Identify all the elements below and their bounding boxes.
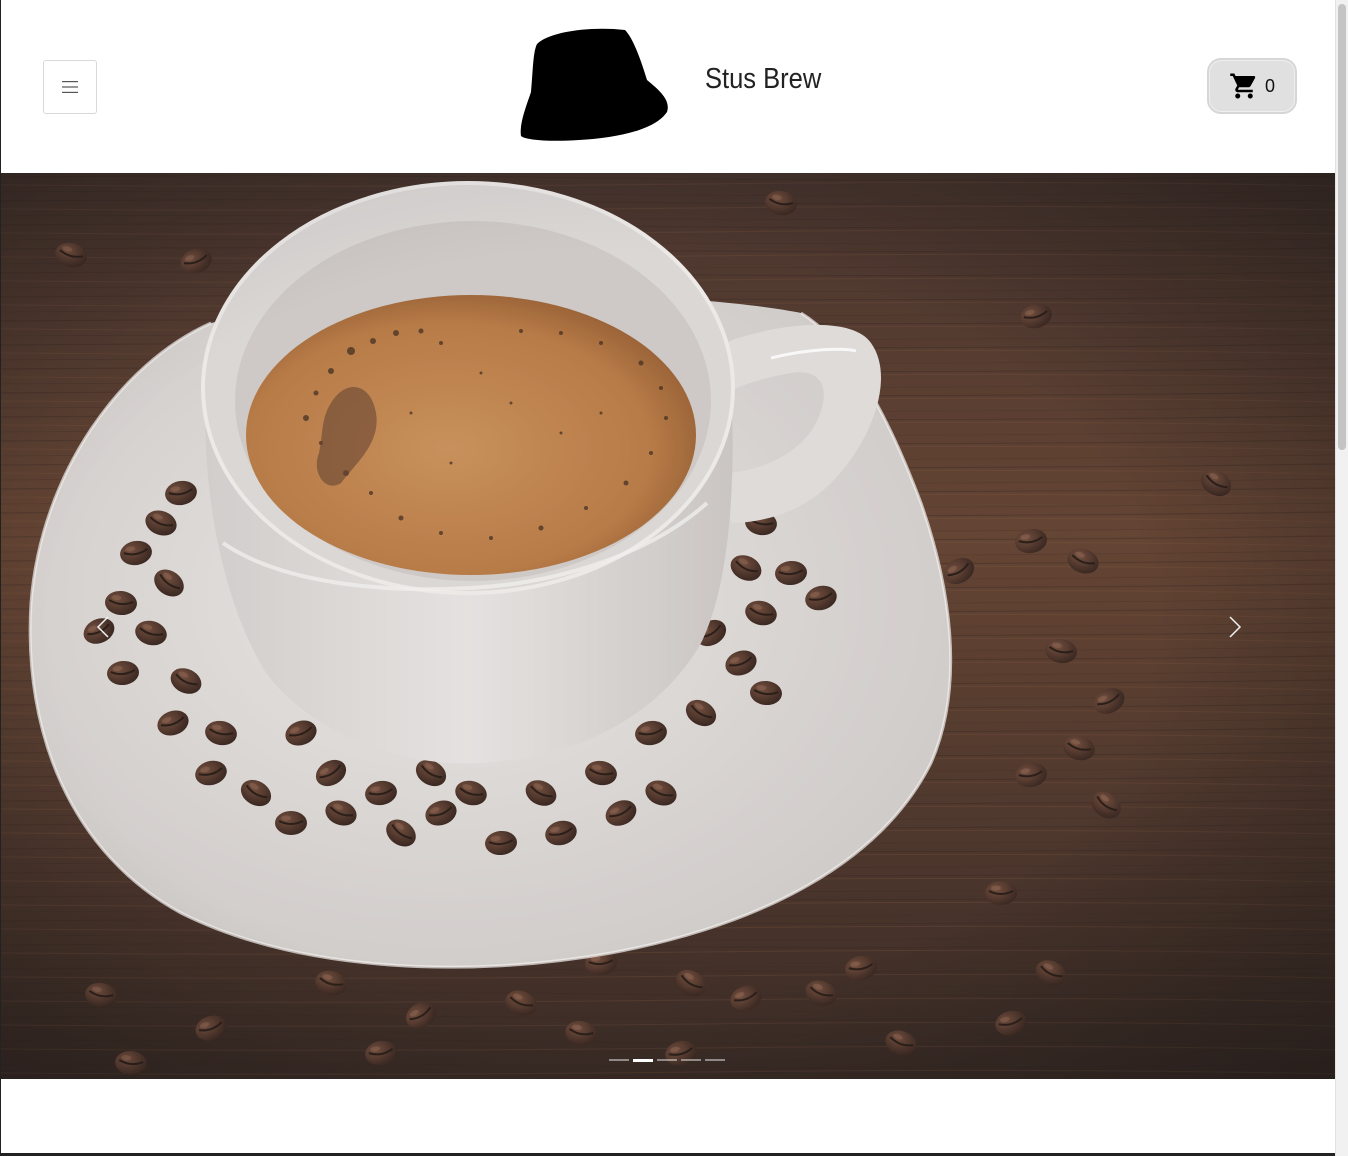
chevron-left-icon <box>96 616 109 638</box>
cart-count: 0 <box>1264 75 1275 96</box>
carousel-indicator-4[interactable] <box>681 1059 701 1061</box>
carousel-indicators <box>609 1058 725 1062</box>
cart-button[interactable]: 0 <box>1207 58 1297 114</box>
carousel-indicator-5[interactable] <box>705 1059 725 1061</box>
carousel-indicator-2[interactable] <box>633 1058 653 1062</box>
site-header: Stus Brew 0 <box>1 0 1335 173</box>
carousel-prev-button[interactable] <box>83 613 123 641</box>
hamburger-menu-icon <box>62 81 78 93</box>
page: Stus Brew 0 <box>0 0 1348 1156</box>
hero-carousel <box>1 173 1335 1079</box>
carousel-indicator-1[interactable] <box>609 1059 629 1061</box>
bucket-hat-logo[interactable] <box>519 26 671 142</box>
window-border-left <box>0 0 1 1156</box>
carousel-indicator-3[interactable] <box>657 1059 677 1061</box>
carousel-next-button[interactable] <box>1215 613 1255 641</box>
shopping-cart-icon <box>1230 73 1256 99</box>
menu-button[interactable] <box>43 60 97 114</box>
coffee-cup-with-beans-on-wooden-table <box>1 173 1335 1079</box>
brand-name[interactable]: Stus Brew <box>705 63 821 96</box>
scrollbar-thumb[interactable] <box>1338 4 1346 450</box>
chevron-right-icon <box>1229 616 1242 638</box>
